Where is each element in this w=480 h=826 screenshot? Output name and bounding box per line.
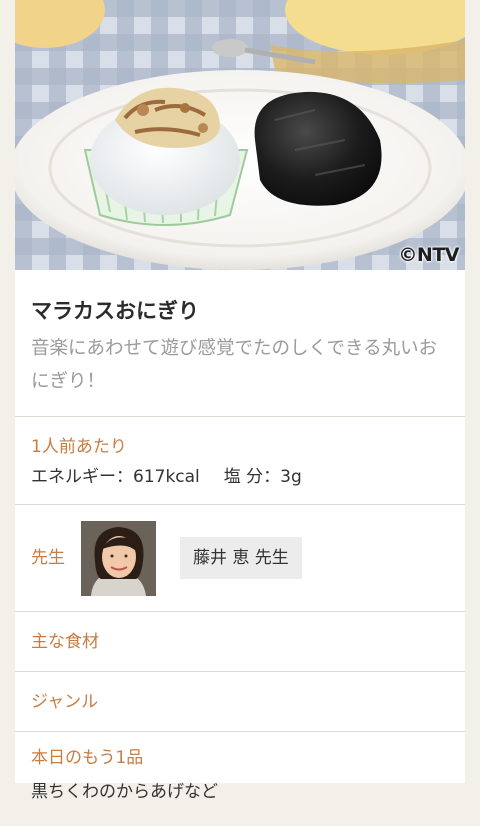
- nutrition-values: エネルギー：617kcal 塩 分：3g: [31, 465, 449, 489]
- ingredients-section[interactable]: 主な食材: [15, 612, 465, 672]
- teacher-section: 先生 藤井 恵 先生: [15, 505, 465, 612]
- salt-value: 塩 分：3g: [223, 467, 302, 487]
- genre-label: ジャンル: [31, 691, 99, 712]
- teacher-avatar[interactable]: [81, 520, 156, 596]
- ingredients-label: 主な食材: [31, 631, 99, 652]
- recipe-title: マラカスおにぎり: [31, 299, 199, 323]
- nutrition-section: 1人前あたり エネルギー：617kcal 塩 分：3g: [15, 417, 465, 505]
- onigiri-photo-illustration: [15, 0, 465, 270]
- teacher-name-button[interactable]: 藤井 恵 先生: [180, 537, 302, 579]
- recipe-description: 音楽にあわせて遊び感覚でたのしくできる丸いおにぎり！: [31, 338, 438, 392]
- energy-value: エネルギー：617kcal: [31, 467, 200, 487]
- teacher-label: 先生: [31, 548, 65, 568]
- more-dish-label: 本日のもう1品: [31, 748, 144, 768]
- more-dish-section: 本日のもう1品 黒ちくわのからあげなど: [15, 732, 465, 826]
- more-dish-link[interactable]: 黒ちくわのからあげなど: [31, 780, 449, 804]
- recipe-photo: ©NTV: [15, 0, 465, 270]
- genre-section[interactable]: ジャンル: [15, 672, 465, 732]
- recipe-header: マラカスおにぎり 音楽にあわせて遊び感覚でたのしくできる丸いおにぎり！: [15, 270, 465, 417]
- recipe-card: ©NTV マラカスおにぎり 音楽にあわせて遊び感覚でたのしくできる丸いおにぎり！…: [15, 0, 465, 802]
- teacher-portrait-icon: [81, 520, 156, 596]
- copyright-watermark: ©NTV: [398, 244, 459, 266]
- nutrition-label: 1人前あたり: [31, 437, 127, 457]
